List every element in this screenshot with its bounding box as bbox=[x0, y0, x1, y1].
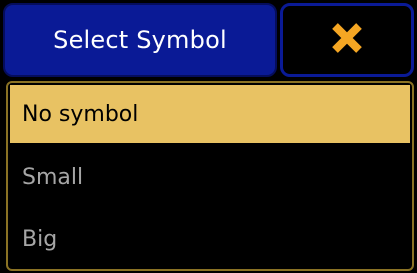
option-label: Small bbox=[22, 164, 84, 190]
symbol-options-list: No symbol Small Big bbox=[6, 81, 414, 271]
option-small[interactable]: Small bbox=[10, 148, 410, 206]
dialog-title: Select Symbol bbox=[53, 26, 227, 54]
select-symbol-dialog: Select Symbol No symbol Small Big bbox=[0, 0, 417, 273]
option-label: No symbol bbox=[22, 101, 139, 127]
select-symbol-title-button[interactable]: Select Symbol bbox=[3, 3, 277, 77]
option-big[interactable]: Big bbox=[10, 210, 410, 268]
option-label: Big bbox=[22, 226, 58, 252]
option-no-symbol[interactable]: No symbol bbox=[10, 85, 410, 143]
close-button[interactable] bbox=[280, 3, 414, 77]
close-x-icon bbox=[330, 21, 364, 59]
